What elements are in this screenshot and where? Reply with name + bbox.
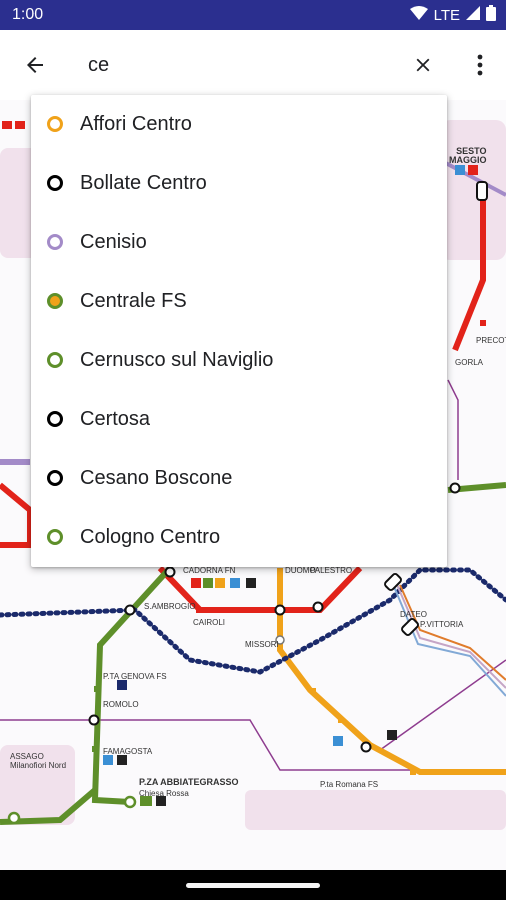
suggestion-item[interactable]: Centrale FS — [31, 272, 447, 331]
suggestion-label: Cenisio — [80, 231, 147, 253]
suggestion-label: Bollate Centro — [80, 172, 207, 194]
map-label-s-ambrogio: S.AMBROGIO — [144, 602, 196, 611]
suggestion-item[interactable]: Certosa — [31, 390, 447, 449]
map-label-palestro: PALESTRO — [310, 566, 353, 575]
map-label-precotto: PRECOTTO — [476, 336, 506, 345]
clear-search-button[interactable] — [402, 44, 444, 86]
map-label-p-vittoria: P.VITTORIA — [420, 620, 464, 629]
line-dot-icon — [47, 411, 63, 427]
navigation-bar — [0, 870, 506, 900]
line-dot-icon — [47, 529, 63, 545]
map-label-famagosta: FAMAGOSTA — [103, 747, 153, 756]
status-time: 1:00 — [12, 6, 44, 23]
suggestion-item[interactable]: Cenisio — [31, 213, 447, 272]
suggestion-label: Cernusco sul Naviglio — [80, 349, 274, 371]
map-label-pta-romana-fs: P.ta Romana FS — [320, 780, 379, 789]
suggestion-item[interactable]: Cologno Centro — [31, 508, 447, 567]
line-dot-icon — [47, 352, 63, 368]
suggestion-item[interactable]: Bollate Centro — [31, 154, 447, 213]
map-label-romolo: ROMOLO — [103, 700, 139, 709]
suggestion-item[interactable]: Affori Centro — [31, 95, 447, 154]
line-dot-icon — [47, 175, 63, 191]
map-label-sesto-maggio: SESTO MAGGIO — [449, 146, 487, 165]
map-label-gorla: GORLA — [455, 358, 484, 367]
map-label-assago: ASSAGO Milanofiori Nord — [10, 752, 67, 770]
status-bar: 1:00 LTE — [0, 0, 506, 30]
search-toolbar — [0, 30, 506, 100]
wifi-icon — [409, 6, 428, 24]
map-label-chiesa-rossa: Chiesa Rossa — [139, 789, 189, 798]
line-dot-icon — [47, 470, 63, 486]
suggestion-label: Cologno Centro — [80, 526, 221, 548]
suggestions-dropdown: Affori Centro Bollate Centro Cenisio Cen… — [31, 95, 447, 567]
map-label-abbiategrasso: P.ZA ABBIATEGRASSO — [139, 777, 239, 787]
suggestion-item[interactable]: Cesano Boscone — [31, 449, 447, 508]
map-label-dateo: DATEO — [400, 610, 427, 619]
status-icons: LTE — [409, 4, 496, 26]
back-button[interactable] — [14, 44, 56, 86]
suggestion-label: Centrale FS — [80, 290, 187, 312]
line-dot-icon — [47, 293, 63, 309]
map-label-cairoli: CAIROLI — [193, 618, 226, 627]
more-options-button[interactable] — [460, 44, 500, 86]
map-label-pta-genova: P.TA GENOVA FS — [103, 672, 167, 681]
search-input[interactable] — [88, 48, 388, 82]
map-label-cadorna: CADORNA FN — [183, 566, 236, 575]
home-gesture-handle[interactable] — [186, 883, 320, 888]
back-arrow-icon — [27, 57, 43, 73]
line-dot-icon — [47, 116, 63, 132]
network-type: LTE — [433, 6, 460, 24]
battery-icon — [486, 5, 496, 25]
suggestion-label: Certosa — [80, 408, 151, 430]
suggestion-label: Cesano Boscone — [80, 467, 233, 489]
suggestion-label: Affori Centro — [80, 113, 192, 135]
signal-icon — [466, 6, 480, 24]
more-vert-icon — [477, 54, 483, 76]
map-label-missori: MISSORI — [245, 640, 279, 649]
line-dot-icon — [47, 234, 63, 250]
close-icon — [416, 58, 430, 72]
suggestion-item[interactable]: Cernusco sul Naviglio — [31, 331, 447, 390]
